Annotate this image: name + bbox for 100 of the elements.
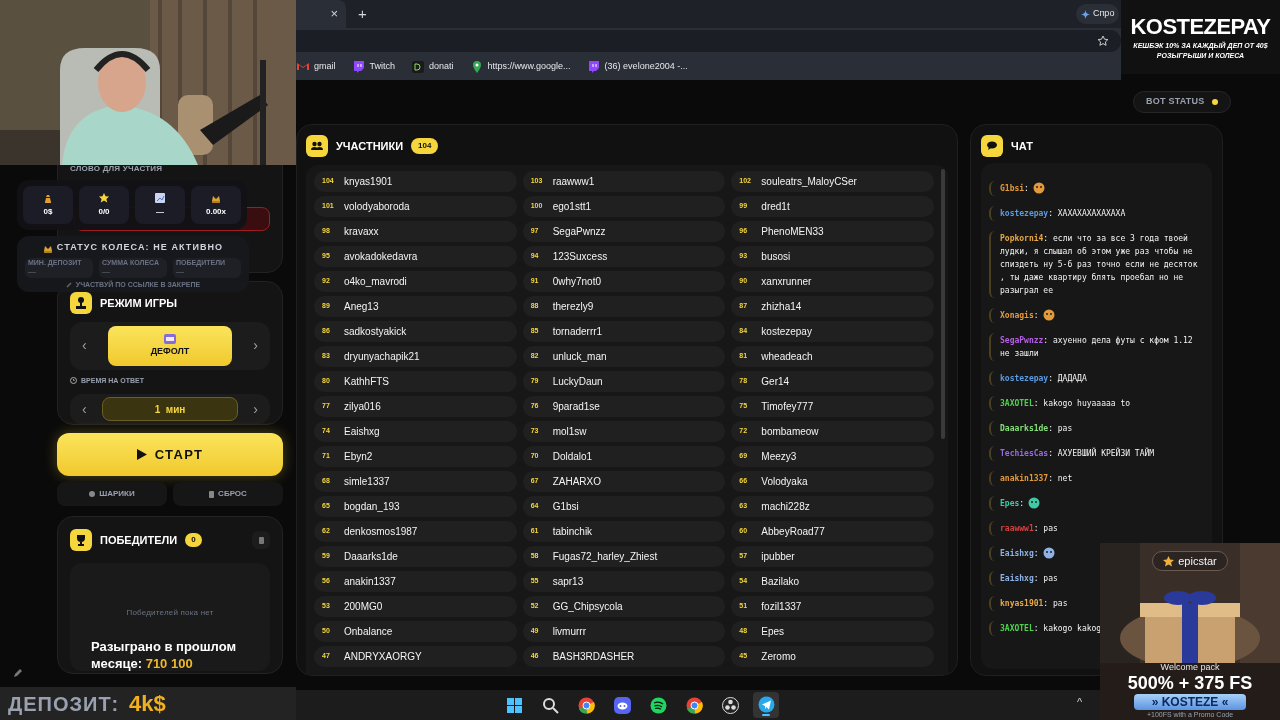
bookmark-link[interactable]: (36) evelone2004 -... (586, 60, 688, 74)
delete-button[interactable] (252, 531, 270, 549)
browser-tab[interactable]: × (296, 0, 346, 28)
trophy-icon (70, 529, 92, 551)
empty-state-text: Победителей пока нет (126, 607, 214, 619)
chat-message: 3AXOTEL: kakogo huyaaaaa to (1000, 398, 1131, 410)
participant-name: Fugas72_harley_Zhiest (552, 550, 658, 564)
participant-name: raawww1 (552, 175, 595, 189)
stat-value: — (102, 266, 111, 276)
participant-name: sapr13 (552, 575, 584, 589)
prize-pool-text: Разыграно в прошлом месяце: 710 100 (91, 638, 238, 672)
time-option[interactable]: 1 мин (102, 397, 238, 422)
taskbar-app[interactable] (753, 692, 779, 718)
balls-button[interactable]: ШАРИКИ (57, 482, 167, 506)
participant-name: GG_Chipsycola (552, 600, 623, 614)
stat-value: 0.00x (206, 205, 226, 218)
chat-message: Eaishxg: pas (1000, 572, 1058, 585)
link-icon (65, 281, 72, 288)
participant-name: souleatrs_MaloyCSer (761, 175, 857, 189)
gemini-button[interactable]: Спро (1076, 4, 1120, 24)
sound-waves-icon (648, 695, 668, 715)
participant-name: machi228z (761, 500, 810, 514)
chat-message: Popkorni4: если что за все 3 года твоей лудки, я слышал об этом уже раз чтобы не спиздеть ну 5-6 раз точно если не десяток , ты даже квартиру блять проебал но не разыграл ее (1000, 232, 1199, 297)
participant-name: 200MG0 (344, 600, 383, 614)
play-icon (136, 449, 147, 460)
participant-name: 9parad1se (552, 400, 600, 414)
chat-message: Xonagis: (1000, 309, 1039, 322)
people-icon (306, 135, 328, 157)
reset-button[interactable]: СБРОС (173, 482, 283, 506)
section-title: РЕЖИМ ИГРЫ (100, 295, 177, 311)
star-icon (1163, 555, 1175, 567)
trash-icon (258, 536, 264, 544)
participant-name: Volodyaka (761, 475, 808, 489)
participant-name: dryunyachapik21 (344, 350, 420, 364)
participant-name: ANDRYXAORGY (344, 650, 422, 664)
stat-value: 0$ (43, 205, 53, 218)
participant-name: sadkostyakick (344, 325, 407, 339)
browser-icon (684, 695, 704, 715)
participant-name: unluck_man (552, 350, 607, 364)
pencil-icon (13, 668, 23, 678)
count-badge: 104 (411, 138, 439, 154)
mode-option[interactable]: ДЕФОЛТ (108, 325, 232, 366)
participant-name: ZAHARXO (552, 475, 601, 489)
participant-name: Epes (761, 625, 785, 639)
participant-name: busosi (761, 250, 791, 264)
participant-name: Meezy3 (761, 450, 797, 464)
sparkle-icon (1081, 9, 1090, 19)
bookmark-link[interactable]: donati (411, 60, 454, 74)
close-tab-button[interactable]: × (330, 4, 338, 24)
promo-code-button[interactable]: » KOSTEZE « (1134, 694, 1246, 710)
windows-logo-icon (504, 695, 524, 715)
participant-name: therezly9 (552, 300, 594, 314)
participant-name: Zeromo (761, 650, 796, 664)
start-button[interactable]: СТАРТ (57, 433, 283, 476)
speech-bubble-icon (586, 60, 601, 74)
participant-name: tabinchik (552, 525, 593, 539)
participant-name: xanxrunner (761, 275, 812, 289)
clock-icon (70, 377, 77, 385)
scrollbar-thumb[interactable] (941, 169, 945, 439)
participant-name: Doldalo1 (552, 450, 593, 464)
participant-name: zilya016 (344, 400, 381, 414)
trash-icon (209, 490, 215, 498)
participant-name: denkosmos1987 (344, 525, 418, 539)
participant-name: Onbalance (344, 625, 393, 639)
stat-value: 0/0 (98, 205, 110, 218)
bookmark-link[interactable]: Twitch (351, 60, 396, 74)
bot-status-badge: BOT STATUS (1133, 91, 1232, 113)
participant-name: AbbeyRoad77 (761, 525, 825, 539)
chat-message: Daaarks1de: pas (1000, 423, 1073, 435)
emote-icon (1042, 547, 1055, 559)
stat-value: — (156, 205, 164, 218)
browser-icon (576, 695, 596, 715)
section-title: ЧАТ (1011, 138, 1033, 154)
participant-name: Daaarks1de (344, 550, 398, 564)
search-icon (540, 695, 560, 715)
star-icon[interactable] (1097, 35, 1109, 47)
ad-text: Welcome pack (1160, 662, 1220, 673)
banner-title: KOSTEZEPAY (1130, 12, 1271, 41)
bookmark-link[interactable]: gmail (296, 60, 336, 74)
emote-icon (1032, 182, 1045, 194)
chat-message: SegaPwnzz: ахуенно дела футы с кфом 1.12 не зашли (1000, 335, 1194, 360)
new-tab-button[interactable]: + (358, 2, 367, 26)
participant-name: zhizha14 (761, 300, 802, 314)
section-title: УЧАСТНИКИ (336, 138, 404, 154)
stat-value: — (28, 266, 37, 276)
participant-name: Bazilako (761, 575, 800, 589)
speech-bubble-icon (351, 60, 366, 74)
participant-name: dred1t (761, 200, 790, 214)
bookmark-link[interactable]: https://www.google... (469, 60, 571, 74)
chart-icon (155, 192, 165, 203)
participant-name: KathhFTS (344, 375, 390, 389)
participant-name: tornaderrr1 (552, 325, 603, 339)
paper-plane-icon (756, 694, 776, 714)
participant-name: anakin1337 (344, 575, 396, 589)
deposit-label: ДЕПОЗИТ: (8, 691, 120, 717)
participant-name: Ebyn2 (344, 450, 373, 464)
brand-name: epicstar (1178, 553, 1217, 569)
participant-name: knyas1901 (344, 175, 393, 189)
tray-arrow[interactable]: ^ (1077, 694, 1083, 711)
ad-headline: 500% + 375 FS (1127, 673, 1253, 693)
